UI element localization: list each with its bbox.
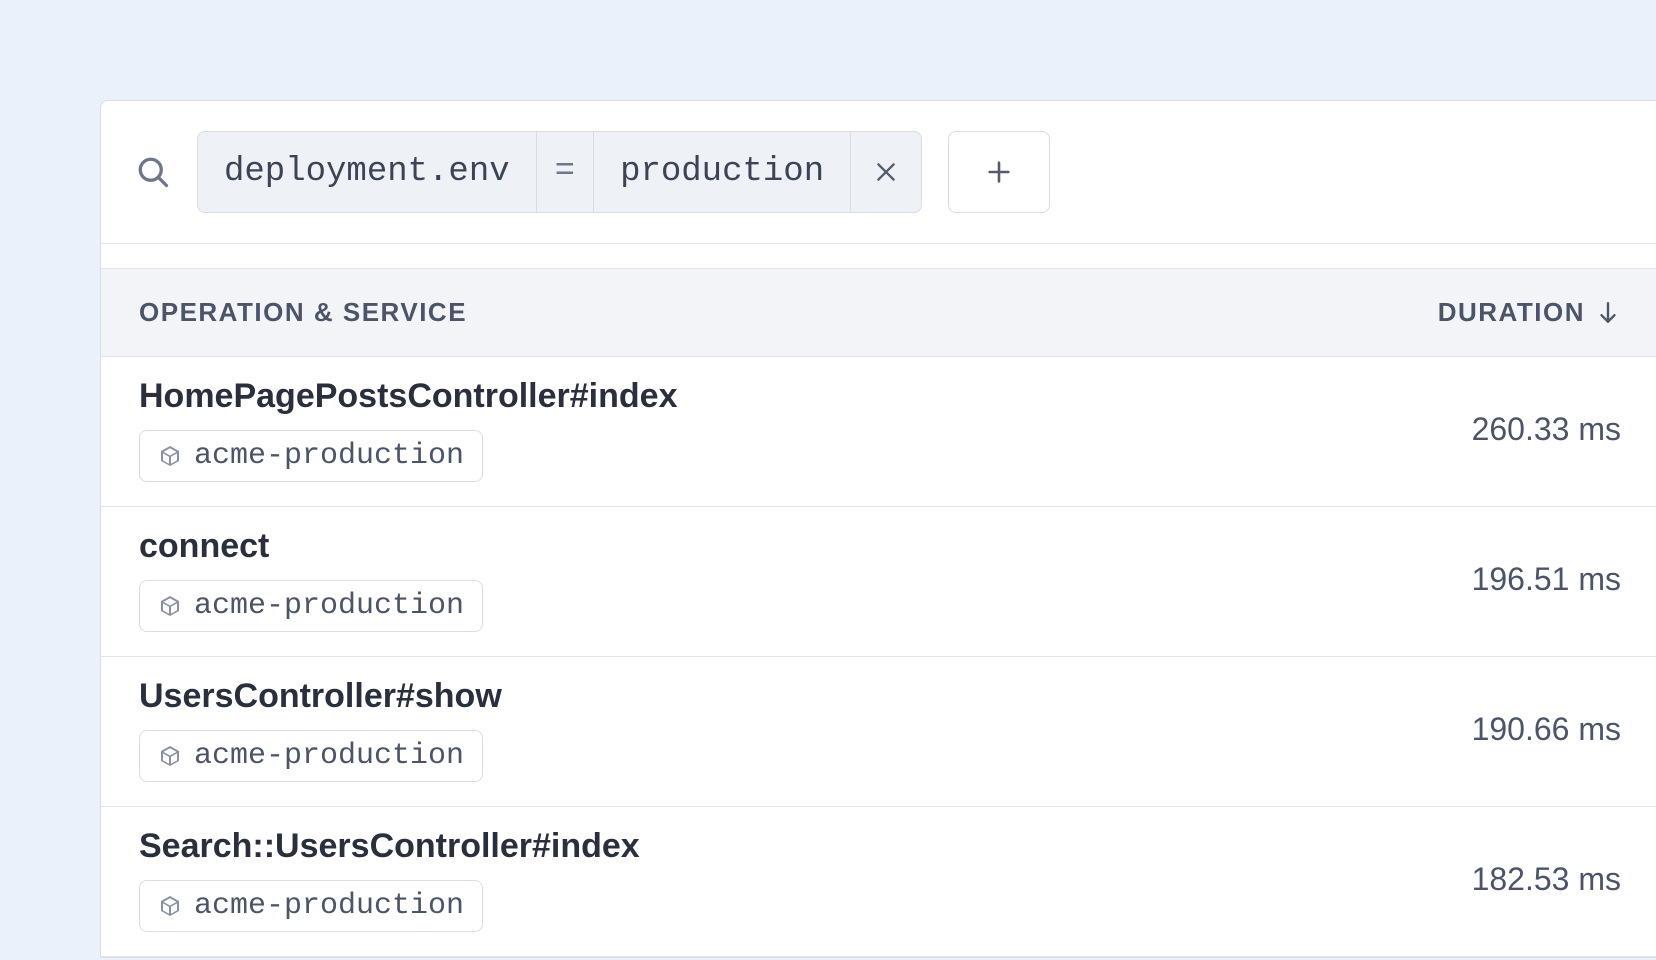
duration-value: 260.33 ms: [1432, 411, 1621, 448]
table-row[interactable]: UsersController#show acme-production 190.6…: [101, 657, 1656, 807]
sort-desc-icon: [1595, 300, 1621, 326]
operation-name: connect: [139, 527, 1432, 566]
table-header: OPERATION & SERVICE DURATION: [101, 269, 1656, 357]
service-tag[interactable]: acme-production: [139, 730, 483, 782]
cube-icon: [158, 894, 182, 918]
filter-operator[interactable]: =: [537, 132, 594, 212]
duration-value: 182.53 ms: [1432, 861, 1621, 898]
service-name: acme-production: [194, 889, 464, 923]
operations-table: OPERATION & SERVICE DURATION HomePagePos…: [101, 268, 1656, 957]
duration-value: 190.66 ms: [1432, 711, 1621, 748]
search-icon: [135, 154, 171, 190]
add-filter-button[interactable]: [948, 131, 1050, 213]
column-operation-service[interactable]: OPERATION & SERVICE: [139, 297, 1438, 328]
cube-icon: [158, 444, 182, 468]
service-name: acme-production: [194, 589, 464, 623]
table-row[interactable]: Search::UsersController#indexacme-produc…: [101, 807, 1656, 957]
cube-icon: [158, 744, 182, 768]
table-row[interactable]: connect acme-production 196.51 ms: [101, 507, 1656, 657]
service-tag[interactable]: acme-production: [139, 580, 483, 632]
column-duration[interactable]: DURATION: [1438, 297, 1621, 328]
service-name: acme-production: [194, 739, 464, 773]
filter-key[interactable]: deployment.env: [198, 132, 537, 212]
service-tag[interactable]: acme-production: [139, 880, 483, 932]
results-panel: deployment.env = production: [100, 100, 1656, 958]
table-row[interactable]: HomePagePostsController#index acme-produc…: [101, 357, 1656, 507]
operation-name: HomePagePostsController#index: [139, 377, 1432, 416]
service-tag[interactable]: acme-production: [139, 430, 483, 482]
filter-value[interactable]: production: [594, 132, 851, 212]
operation-name: Search::UsersController#index: [139, 827, 1432, 866]
operation-name: UsersController#show: [139, 677, 1432, 716]
duration-value: 196.51 ms: [1432, 561, 1621, 598]
filter-pill[interactable]: deployment.env = production: [197, 131, 922, 213]
cube-icon: [158, 594, 182, 618]
column-duration-label: DURATION: [1438, 297, 1585, 328]
service-name: acme-production: [194, 439, 464, 473]
filter-remove-button[interactable]: [851, 132, 921, 212]
filter-bar: deployment.env = production: [101, 101, 1656, 244]
